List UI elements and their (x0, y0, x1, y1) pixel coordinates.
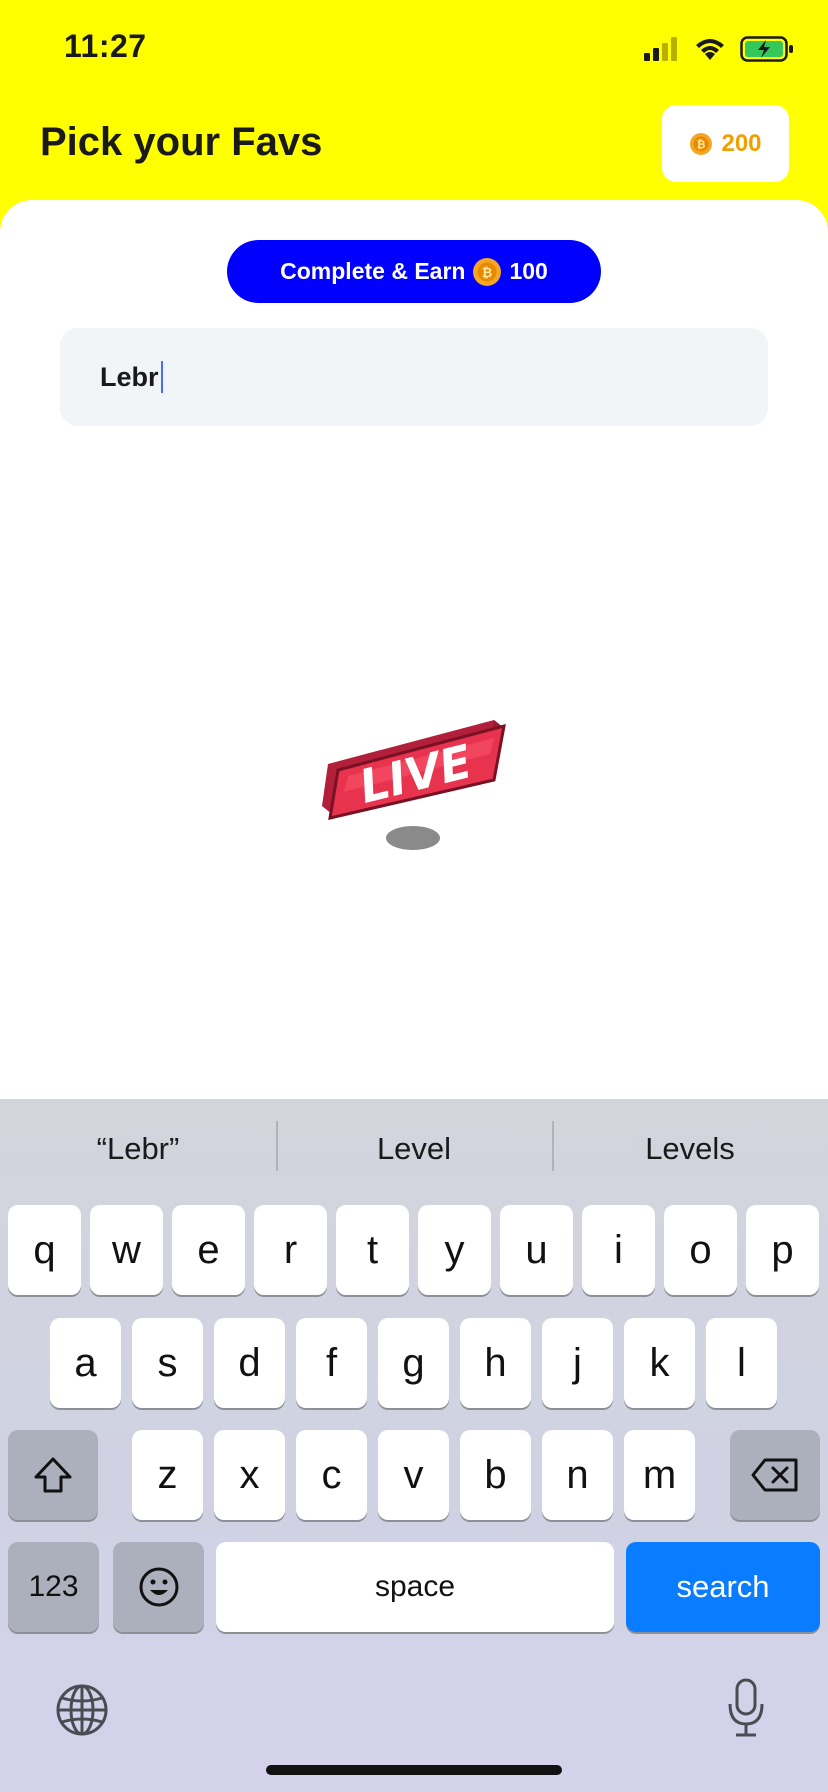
earn-button-label: Complete & Earn (280, 258, 466, 284)
home-indicator (266, 1765, 562, 1775)
coin-balance-pill[interactable]: ₿ 200 (662, 105, 789, 182)
page-title: Pick your Favs (40, 120, 323, 164)
key-d[interactable]: d (214, 1318, 285, 1408)
live-badge-shadow (386, 826, 440, 850)
globe-icon[interactable] (56, 1684, 108, 1736)
keyboard: “Lebr” Level Levels q w e r t y u i o p … (0, 1099, 828, 1792)
key-a[interactable]: a (50, 1318, 121, 1408)
key-b[interactable]: b (460, 1430, 531, 1520)
suggestion-item[interactable]: “Lebr” (0, 1099, 276, 1199)
key-r[interactable]: r (254, 1205, 327, 1295)
key-q[interactable]: q (8, 1205, 81, 1295)
space-key[interactable]: space (216, 1542, 614, 1632)
shift-icon (34, 1457, 72, 1493)
key-w[interactable]: w (90, 1205, 163, 1295)
key-u[interactable]: u (500, 1205, 573, 1295)
key-z[interactable]: z (132, 1430, 203, 1520)
key-f[interactable]: f (296, 1318, 367, 1408)
coin-balance: 200 (721, 129, 762, 157)
key-k[interactable]: k (624, 1318, 695, 1408)
key-j[interactable]: j (542, 1318, 613, 1408)
wifi-icon (696, 39, 724, 60)
search-key[interactable]: search (626, 1542, 820, 1632)
key-n[interactable]: n (542, 1430, 613, 1520)
key-c[interactable]: c (296, 1430, 367, 1520)
search-input-value: Lebr (100, 361, 159, 392)
status-icons (644, 36, 794, 62)
key-x[interactable]: x (214, 1430, 285, 1520)
key-o[interactable]: o (664, 1205, 737, 1295)
live-badge-text: LIVE (354, 734, 477, 814)
complete-and-earn-button[interactable]: Complete & Earn ₿ 100 (227, 240, 601, 303)
key-v[interactable]: v (378, 1430, 449, 1520)
status-bar: 11:27 (0, 0, 828, 100)
key-l[interactable]: l (706, 1318, 777, 1408)
emoji-key[interactable] (113, 1542, 204, 1632)
key-e[interactable]: e (172, 1205, 245, 1295)
cellular-signal-icon (644, 37, 677, 61)
svg-text:₿: ₿ (697, 138, 706, 151)
search-input[interactable]: Lebr (60, 328, 768, 426)
battery-charging-icon (740, 36, 793, 62)
backspace-icon (751, 1458, 798, 1492)
earn-button-amount: 100 (509, 258, 548, 284)
status-time: 11:27 (64, 28, 147, 64)
key-t[interactable]: t (336, 1205, 409, 1295)
key-h[interactable]: h (460, 1318, 531, 1408)
shift-key[interactable] (8, 1430, 98, 1520)
coin-icon: ₿ (473, 257, 502, 286)
live-loading-indicator: LIVE (318, 714, 512, 854)
key-p[interactable]: p (746, 1205, 819, 1295)
key-g[interactable]: g (378, 1318, 449, 1408)
numbers-key[interactable]: 123 (8, 1542, 99, 1632)
key-m[interactable]: m (624, 1430, 695, 1520)
emoji-icon (139, 1567, 178, 1607)
text-cursor (160, 361, 163, 393)
header: Pick your Favs ₿ 200 (0, 100, 828, 200)
microphone-icon[interactable] (726, 1678, 766, 1738)
coin-icon: ₿ (690, 132, 713, 155)
key-s[interactable]: s (132, 1318, 203, 1408)
suggestion-item[interactable]: Levels (552, 1099, 828, 1199)
svg-text:₿: ₿ (482, 266, 493, 281)
suggestion-item[interactable]: Level (276, 1099, 552, 1199)
delete-key[interactable] (730, 1430, 820, 1520)
suggestion-bar: “Lebr” Level Levels (0, 1099, 828, 1199)
key-i[interactable]: i (582, 1205, 655, 1295)
key-y[interactable]: y (418, 1205, 491, 1295)
